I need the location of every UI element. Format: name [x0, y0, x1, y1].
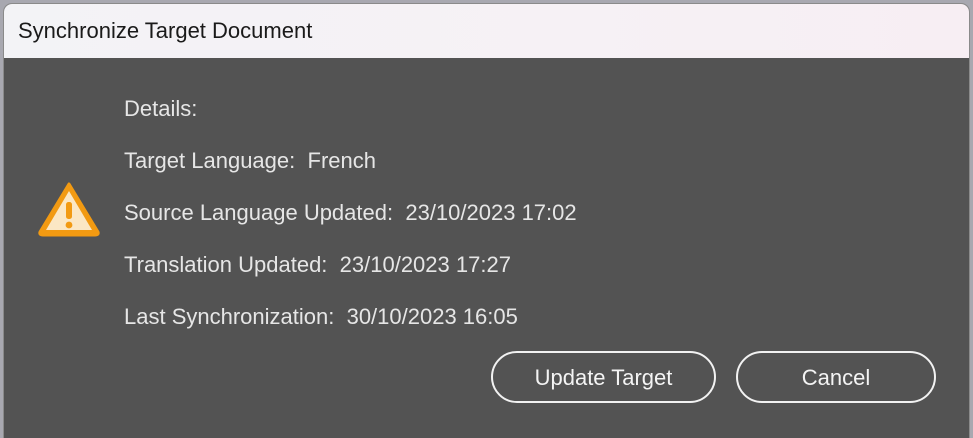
- last-sync-label: Last Synchronization:: [124, 304, 335, 329]
- source-updated-label: Source Language Updated:: [124, 200, 394, 225]
- target-language-label: Target Language:: [124, 148, 296, 173]
- target-language-value: French: [307, 148, 376, 173]
- translation-updated-label: Translation Updated:: [124, 252, 328, 277]
- warning-icon: [38, 182, 100, 237]
- synchronize-dialog: Synchronize Target Document Details: Tar…: [4, 4, 969, 438]
- translation-updated-row: Translation Updated: 23/10/2023 17:27: [124, 252, 511, 278]
- last-sync-row: Last Synchronization: 30/10/2023 16:05: [124, 304, 518, 330]
- cancel-button[interactable]: Cancel: [736, 351, 936, 403]
- translation-updated-value: 23/10/2023 17:27: [339, 252, 511, 277]
- source-updated-row: Source Language Updated: 23/10/2023 17:0…: [124, 200, 577, 226]
- target-language-row: Target Language: French: [124, 148, 376, 174]
- dialog-title: Synchronize Target Document: [18, 18, 313, 43]
- last-sync-value: 30/10/2023 16:05: [346, 304, 518, 329]
- source-updated-value: 23/10/2023 17:02: [405, 200, 577, 225]
- title-bar[interactable]: Synchronize Target Document: [4, 4, 969, 58]
- update-target-button[interactable]: Update Target: [491, 351, 716, 403]
- details-heading: Details:: [124, 96, 198, 121]
